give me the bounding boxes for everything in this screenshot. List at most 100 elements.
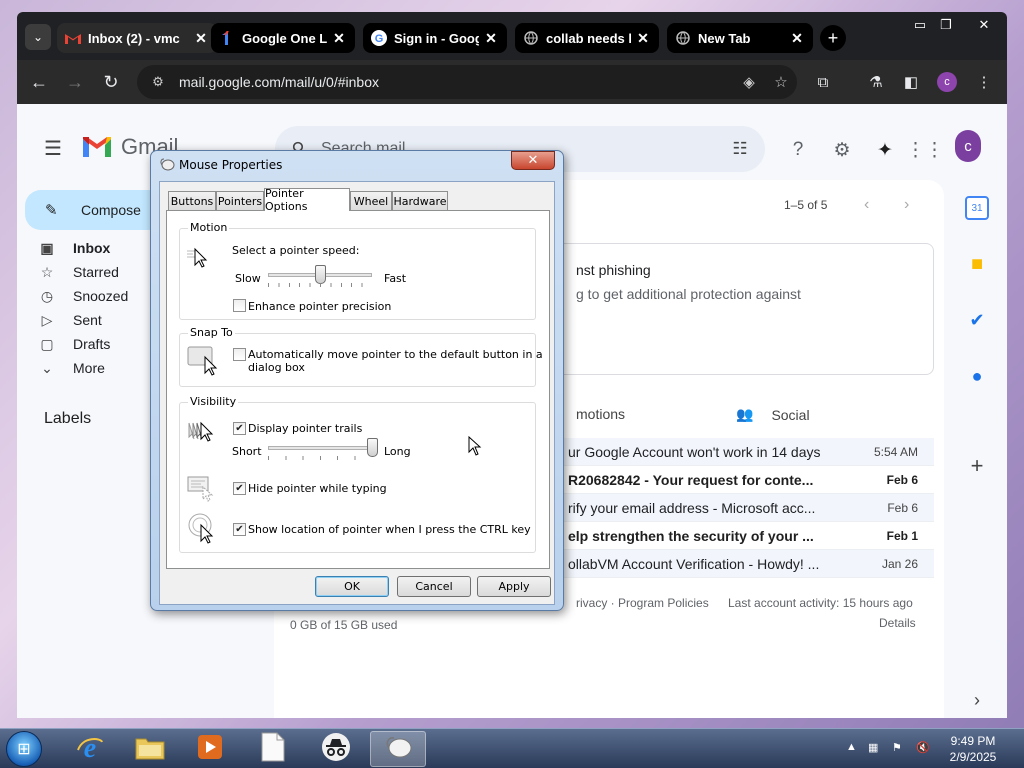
ok-button[interactable]: OK xyxy=(315,576,389,597)
tab-collab[interactable]: collab needs h ✕ xyxy=(515,23,659,53)
hamburger-menu-icon[interactable]: ☰ xyxy=(41,138,65,160)
profile-button[interactable]: c xyxy=(935,70,959,94)
tab-social[interactable]: 👥 Social xyxy=(736,406,810,423)
taskbar-media-player[interactable] xyxy=(182,731,238,767)
dialog-body: Buttons Pointers Pointer Options Wheel H… xyxy=(159,181,555,605)
taskbar-mouse-properties[interactable] xyxy=(370,731,426,767)
show-hidden-icons-icon[interactable]: ▲ xyxy=(846,741,857,753)
keep-icon[interactable]: ■ xyxy=(965,252,989,276)
address-bar[interactable]: ⚙ mail.google.com/mail/u/0/#inbox ◈ ☆ xyxy=(137,65,797,99)
incognito-icon xyxy=(321,732,351,767)
footer-policies[interactable]: rivacy · Program Policies xyxy=(576,596,709,610)
taskbar-notepad[interactable] xyxy=(245,731,301,767)
taskbar: ⊞ e ▲ ▦ ⚑ 🔇 9:49 PM 2/9/2025 xyxy=(0,728,1024,768)
search-options-icon[interactable]: ☷ xyxy=(715,139,765,159)
action-center-flag-icon[interactable]: ⚑ xyxy=(892,741,902,754)
close-icon[interactable]: ✕ xyxy=(193,30,209,47)
tab-search-button[interactable]: ⌄ xyxy=(25,24,51,50)
new-tab-button[interactable]: + xyxy=(820,25,846,51)
enhance-precision-checkbox[interactable] xyxy=(233,299,246,312)
apply-button[interactable]: Apply xyxy=(477,576,551,597)
tab-new-tab[interactable]: New Tab ✕ xyxy=(667,23,813,53)
close-icon[interactable]: ✕ xyxy=(789,30,805,47)
apps-grid-icon[interactable]: ⋮⋮ xyxy=(906,137,944,163)
tab-buttons[interactable]: Buttons xyxy=(168,191,216,210)
tab-pointer-options[interactable]: Pointer Options xyxy=(264,187,350,213)
clock[interactable]: 9:49 PM 2/9/2025 xyxy=(943,733,1003,765)
globe-icon xyxy=(523,30,539,46)
calendar-icon[interactable]: 31 xyxy=(965,196,989,220)
tab-wheel[interactable]: Wheel xyxy=(350,191,392,210)
pointer-trails-icon xyxy=(187,419,217,449)
minimize-button[interactable]: ▭ xyxy=(909,14,931,36)
chevron-right-icon[interactable]: › xyxy=(904,196,909,214)
mouse-cursor-icon xyxy=(468,435,482,461)
gemini-sparkle-icon[interactable]: ✦ xyxy=(872,137,898,163)
tab-inbox[interactable]: Inbox (2) - vmc ✕ xyxy=(57,23,217,53)
star-icon[interactable]: ☆ xyxy=(765,73,797,91)
tab-pointers[interactable]: Pointers xyxy=(216,191,264,210)
button-label: Apply xyxy=(498,580,530,593)
start-button[interactable]: ⊞ xyxy=(6,731,42,767)
minimize-icon: ▭ xyxy=(913,17,927,32)
cancel-button[interactable]: Cancel xyxy=(397,576,471,597)
pointer-trail-track[interactable] xyxy=(268,446,372,450)
labs-icon[interactable]: ⚗ xyxy=(864,70,888,94)
speed-ticks xyxy=(268,283,372,287)
maximize-button[interactable]: ❐ xyxy=(935,14,957,36)
volume-muted-icon[interactable]: 🔇 xyxy=(916,741,930,754)
taskbar-incognito[interactable] xyxy=(308,731,364,767)
short-label: Short xyxy=(232,445,262,458)
ctrl-locate-checkbox[interactable]: ✔ xyxy=(233,523,246,536)
tasks-icon[interactable]: ✔ xyxy=(965,308,989,332)
document-icon xyxy=(261,732,285,767)
chevron-right-icon[interactable]: › xyxy=(965,688,989,712)
menu-dots-icon[interactable]: ⋮ xyxy=(972,70,996,94)
tab-sign-in[interactable]: G Sign in - Googl ✕ xyxy=(363,23,507,53)
sidebar-item-label: More xyxy=(73,360,105,376)
side-panel-icon[interactable]: ◧ xyxy=(899,70,923,94)
sidebar-item-label: Inbox xyxy=(73,240,111,256)
labels-heading: Labels xyxy=(44,410,92,427)
enhance-precision-label: Enhance pointer precision xyxy=(248,300,392,313)
back-button[interactable]: ← xyxy=(25,68,53,96)
extensions-icon[interactable]: ⧉ xyxy=(811,70,835,94)
email-date: Jan 26 xyxy=(881,556,918,571)
snap-to-label-line2: dialog box xyxy=(248,361,305,374)
help-icon[interactable]: ? xyxy=(785,137,811,163)
tab-hardware[interactable]: Hardware xyxy=(392,191,448,210)
tab-google-one[interactable]: Google One La ✕ xyxy=(211,23,355,53)
snap-to-checkbox[interactable] xyxy=(233,348,246,361)
tab-promotions[interactable]: motions xyxy=(576,406,625,422)
taskbar-internet-explorer[interactable]: e xyxy=(62,731,118,767)
dialog-close-button[interactable]: ✕ xyxy=(511,151,555,170)
taskbar-explorer[interactable] xyxy=(122,731,178,767)
close-icon[interactable]: ✕ xyxy=(483,30,499,47)
close-window-button[interactable]: ✕ xyxy=(973,14,995,36)
forward-button[interactable]: → xyxy=(61,68,89,96)
pointer-speed-slider[interactable] xyxy=(314,265,326,284)
chevron-left-icon[interactable]: ‹ xyxy=(864,196,869,214)
browser-toolbar: ← → ↻ ⚙ mail.google.com/mail/u/0/#inbox … xyxy=(17,60,1007,104)
ctrl-locate-label: Show location of pointer when I press th… xyxy=(248,523,531,536)
pointer-trails-label: Display pointer trails xyxy=(248,422,363,435)
lens-icon[interactable]: ◈ xyxy=(733,73,765,91)
pointer-trails-checkbox[interactable]: ✔ xyxy=(233,422,246,435)
compose-button[interactable]: ✎ Compose xyxy=(25,190,165,230)
settings-gear-icon[interactable]: ⚙ xyxy=(829,137,855,163)
close-icon[interactable]: ✕ xyxy=(635,30,651,47)
windows-logo-icon: ⊞ xyxy=(17,741,31,758)
plus-icon: + xyxy=(827,27,839,48)
site-info-icon[interactable]: ⚙ xyxy=(143,74,173,90)
account-button[interactable]: c xyxy=(955,130,981,162)
reload-button[interactable]: ↻ xyxy=(97,68,125,96)
avatar: c xyxy=(937,72,957,92)
contacts-icon[interactable]: ● xyxy=(965,364,989,388)
footer-details-link[interactable]: Details xyxy=(879,616,916,630)
pointer-trail-slider[interactable] xyxy=(366,438,378,457)
add-addon-icon[interactable]: + xyxy=(965,453,989,478)
close-icon[interactable]: ✕ xyxy=(331,30,347,47)
network-icon[interactable]: ▦ xyxy=(868,741,878,754)
slow-label: Slow xyxy=(235,272,261,285)
hide-while-typing-checkbox[interactable]: ✔ xyxy=(233,482,246,495)
